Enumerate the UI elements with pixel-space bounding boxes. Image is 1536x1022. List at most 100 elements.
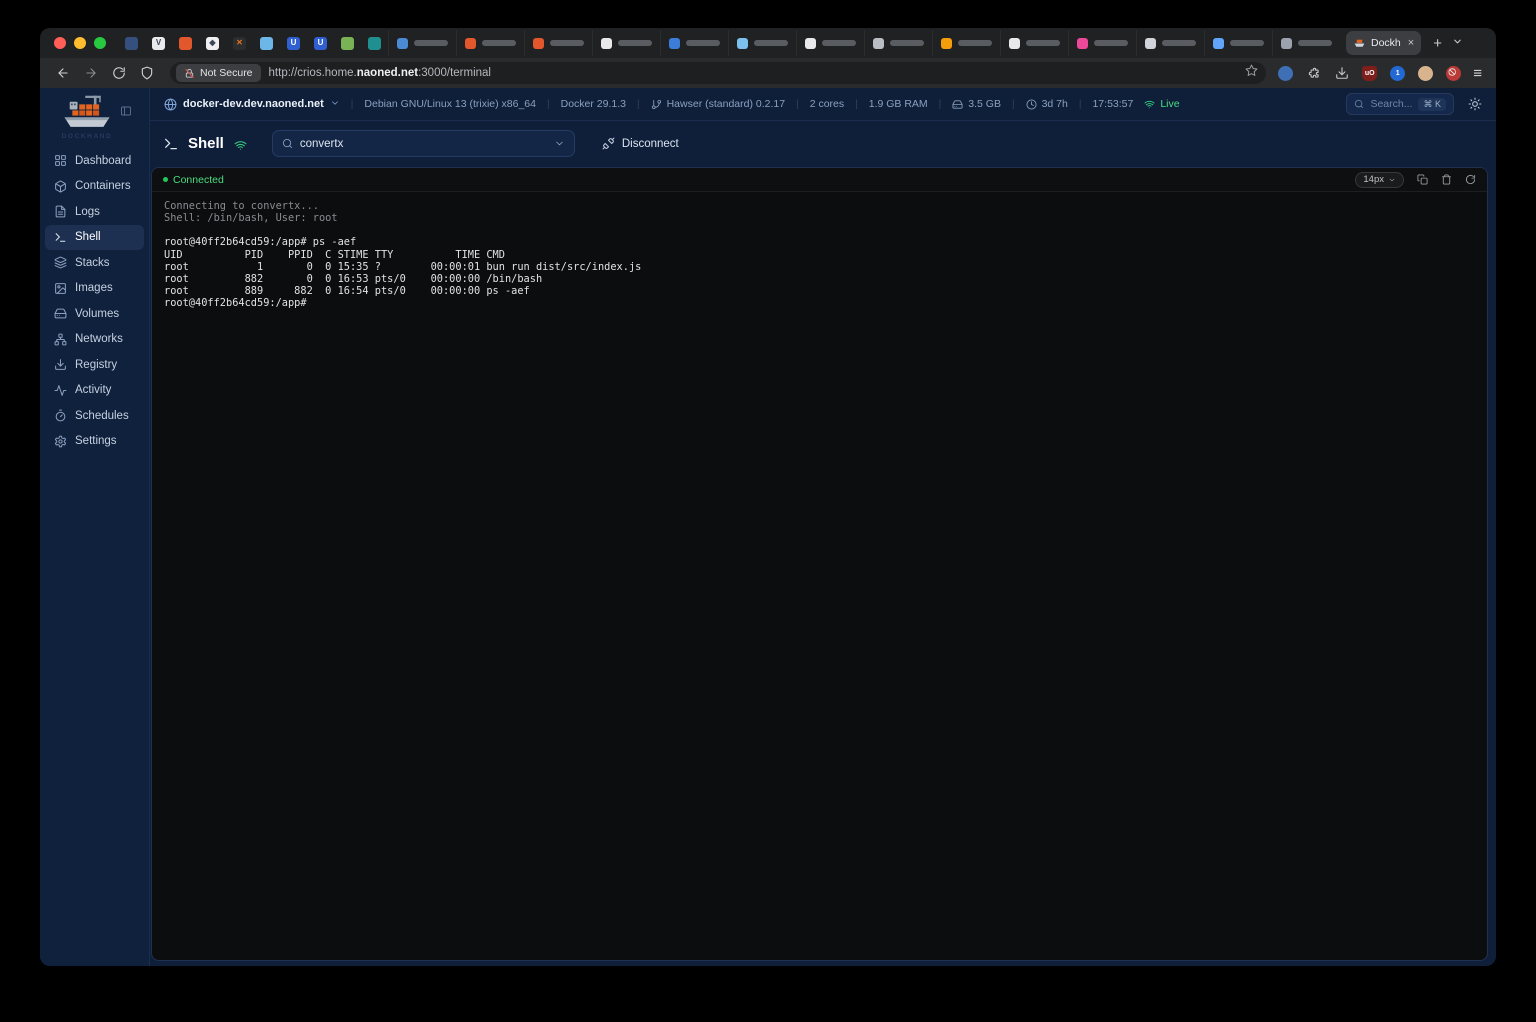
puzzle-icon[interactable]: [1306, 66, 1321, 81]
pinned-tab[interactable]: ✕: [226, 30, 253, 56]
clear-terminal-icon[interactable]: [1441, 174, 1452, 185]
browser-tab[interactable]: [796, 30, 864, 56]
forward-icon[interactable]: [78, 61, 104, 85]
tab-favicon: [669, 38, 680, 49]
sidebar-item-shell[interactable]: Shell: [45, 225, 144, 251]
tab-favicon: [941, 38, 952, 49]
separator: |: [351, 99, 354, 110]
sidebar-item-stacks[interactable]: Stacks: [45, 250, 144, 276]
separator: |: [1079, 99, 1082, 110]
reconnect-icon[interactable]: [1465, 174, 1476, 185]
collapse-sidebar-icon[interactable]: [120, 104, 132, 122]
browser-tab[interactable]: [1136, 30, 1204, 56]
theme-toggle-icon[interactable]: [1468, 97, 1482, 111]
tab-title-blurred: [1162, 40, 1196, 46]
download-icon[interactable]: [1334, 66, 1349, 81]
sidebar-item-activity[interactable]: Activity: [45, 378, 144, 404]
browser-tab[interactable]: [864, 30, 932, 56]
browser-menu-icon[interactable]: ≡: [1473, 65, 1482, 82]
sidebar-item-images[interactable]: Images: [45, 276, 144, 302]
browser-tab[interactable]: [728, 30, 796, 56]
font-size-select[interactable]: 14px: [1355, 172, 1404, 188]
pinned-tab[interactable]: [253, 30, 280, 56]
tab-favicon: [1009, 38, 1020, 49]
new-tab-button[interactable]: +: [1433, 35, 1442, 52]
active-tab[interactable]: Dockh ×: [1346, 31, 1421, 55]
pinned-tab[interactable]: U: [280, 30, 307, 56]
pinned-tab[interactable]: [172, 30, 199, 56]
tab-favicon: [873, 38, 884, 49]
browser-tab[interactable]: [660, 30, 728, 56]
tab-favicon: V: [152, 37, 165, 50]
container-search[interactable]: [272, 130, 575, 157]
dashboard-icon: [54, 154, 67, 167]
pinned-tab[interactable]: [361, 30, 388, 56]
tab-list-chevron-icon[interactable]: [1452, 34, 1463, 52]
pinned-tab[interactable]: U: [307, 30, 334, 56]
browser-tab[interactable]: [388, 30, 456, 56]
sidebar-item-networks[interactable]: Networks: [45, 327, 144, 353]
sidebar-item-settings[interactable]: Settings: [45, 429, 144, 455]
sidebar-item-dashboard[interactable]: Dashboard: [45, 148, 144, 174]
globe-ext-icon[interactable]: [1278, 66, 1293, 81]
ublock-icon[interactable]: uO: [1362, 66, 1377, 81]
browser-tab[interactable]: [524, 30, 592, 56]
sidebar-item-registry[interactable]: Registry: [45, 352, 144, 378]
adguard-icon[interactable]: ⃠: [1446, 66, 1461, 81]
env-info-item: 3.5 GB: [952, 98, 1001, 110]
back-icon[interactable]: [50, 61, 76, 85]
browser-tab[interactable]: [932, 30, 1000, 56]
onepassword-icon[interactable]: 1: [1390, 66, 1405, 81]
tab-favicon: [737, 38, 748, 49]
pinned-tab[interactable]: [334, 30, 361, 56]
live-label: Live: [1160, 98, 1179, 110]
minimize-window-button[interactable]: [74, 37, 86, 49]
tab-favicon: [179, 37, 192, 50]
reload-icon[interactable]: [106, 61, 132, 85]
chevron-down-icon[interactable]: [554, 138, 565, 149]
sidebar-item-volumes[interactable]: Volumes: [45, 301, 144, 327]
browser-tab[interactable]: [1068, 30, 1136, 56]
logo-wordmark: DOCKHAND: [62, 133, 113, 140]
close-tab-icon[interactable]: ×: [1408, 37, 1414, 49]
tab-favicon: [1213, 38, 1224, 49]
sidebar-item-label: Volumes: [75, 308, 119, 320]
tab-title-blurred: [550, 40, 584, 46]
browser-tab[interactable]: [456, 30, 524, 56]
container-search-input[interactable]: [300, 138, 547, 150]
copy-icon[interactable]: [1417, 174, 1428, 185]
tab-title-blurred: [1026, 40, 1060, 46]
sidebar-item-logs[interactable]: Logs: [45, 199, 144, 225]
browser-tab[interactable]: [1000, 30, 1068, 56]
tab-favicon: [1077, 38, 1088, 49]
connection-wifi-icon: [234, 139, 247, 152]
browser-tab[interactable]: [1272, 30, 1340, 56]
pinned-tab[interactable]: V: [145, 30, 172, 56]
address-bar[interactable]: Not Secure http://crios.home.naoned.net:…: [170, 62, 1266, 84]
environment-selector[interactable]: docker-dev.dev.naoned.net: [164, 98, 340, 111]
url-text[interactable]: http://crios.home.naoned.net:3000/termin…: [269, 67, 1238, 79]
terminal-output[interactable]: Connecting to convertx...Shell: /bin/bas…: [152, 192, 1487, 960]
pinned-tab[interactable]: [118, 30, 145, 56]
pinned-tab[interactable]: ◆: [199, 30, 226, 56]
not-secure-badge[interactable]: Not Secure: [176, 64, 261, 82]
extension-icons: uO 1⃠: [1278, 66, 1461, 81]
browser-tab[interactable]: [592, 30, 660, 56]
sidebar-item-label: Containers: [75, 180, 131, 192]
browser-tab[interactable]: [1204, 30, 1272, 56]
env-info-label: 3d 7h: [1042, 98, 1068, 110]
chevron-down-icon: [1388, 176, 1396, 184]
environment-bar: docker-dev.dev.naoned.net |Debian GNU/Li…: [150, 88, 1496, 121]
image-icon: [54, 282, 67, 295]
close-window-button[interactable]: [54, 37, 66, 49]
chevron-down-icon: [330, 98, 340, 111]
tab-title-blurred: [958, 40, 992, 46]
zoom-window-button[interactable]: [94, 37, 106, 49]
shield-icon[interactable]: [134, 61, 160, 85]
global-search-button[interactable]: Search... ⌘ K: [1346, 93, 1454, 115]
sidebar-item-containers[interactable]: Containers: [45, 174, 144, 200]
bookmark-star-icon[interactable]: [1245, 64, 1258, 82]
avatar-ext-icon[interactable]: [1418, 66, 1433, 81]
sidebar-item-schedules[interactable]: Schedules: [45, 403, 144, 429]
disconnect-button[interactable]: Disconnect: [602, 137, 679, 150]
